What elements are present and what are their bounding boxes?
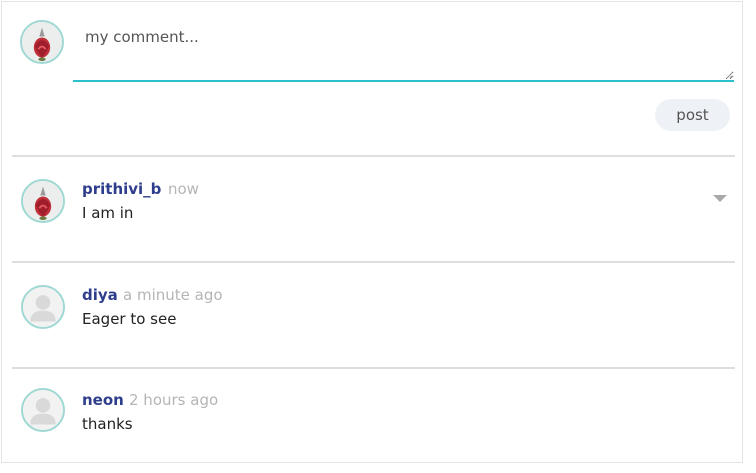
current-user-avatar	[20, 20, 64, 64]
comment-author[interactable]: prithivi_b	[82, 180, 161, 198]
comment-timestamp: a minute ago	[123, 286, 223, 304]
resize-grip-icon[interactable]	[726, 72, 733, 79]
comment-author[interactable]: neon	[82, 391, 124, 409]
chevron-down-icon[interactable]	[711, 191, 729, 205]
comment-timestamp: 2 hours ago	[129, 391, 219, 409]
comment-author[interactable]: diya	[82, 286, 118, 304]
comment-timestamp: now	[168, 180, 199, 198]
avatar	[21, 388, 65, 432]
comment-input[interactable]	[73, 16, 734, 82]
comment-text: I am in	[82, 204, 134, 222]
comment-text: Eager to see	[82, 310, 177, 328]
comment-item: prithivi_b now I am in	[12, 157, 735, 261]
comment-text: thanks	[82, 415, 133, 433]
avatar	[21, 285, 65, 329]
avatar	[21, 179, 65, 223]
comment-item: diya a minute ago Eager to see	[12, 263, 735, 367]
post-button[interactable]: post	[655, 99, 730, 131]
comments-panel: post prithivi_b now I am in	[1, 1, 743, 463]
comment-item: neon 2 hours ago thanks	[12, 369, 735, 473]
